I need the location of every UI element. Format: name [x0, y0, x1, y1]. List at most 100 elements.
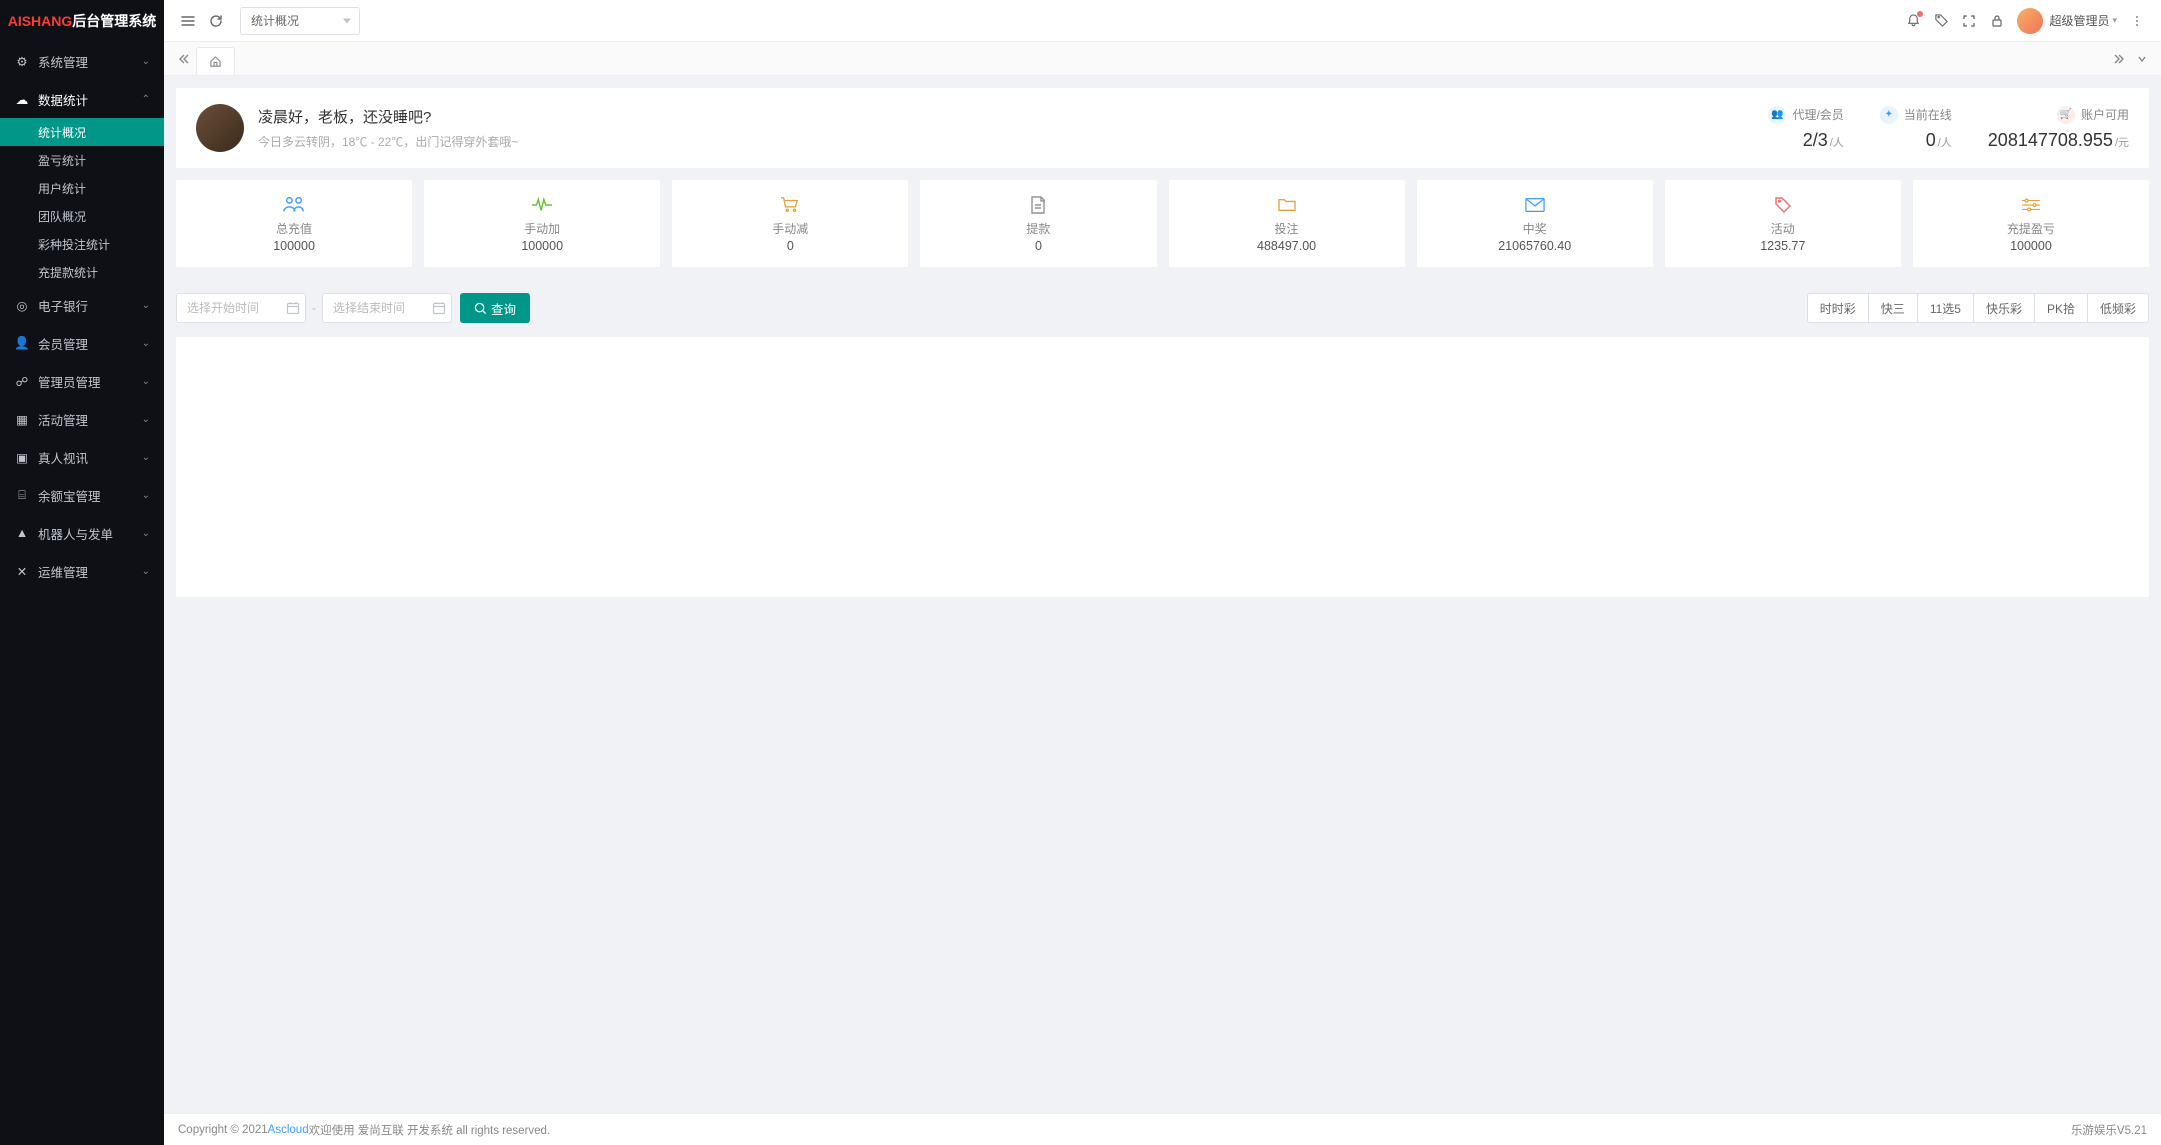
admin-icon: ☍ — [14, 374, 30, 389]
users-icon: 👥 — [1768, 106, 1786, 124]
sidebar-subitem-user[interactable]: 用户统计 — [0, 174, 164, 202]
sidebar-item-label: 活动管理 — [38, 410, 142, 429]
stat-cards: 总充值 100000 手动加 100000 手动减 0 提款 0 — [176, 180, 2149, 267]
sidebar-item-live[interactable]: ▣ 真人视讯 ⌄ — [0, 438, 164, 476]
headstat-online: ✦ 当前在线 0/人 — [1880, 106, 1952, 151]
collapse-sidebar-button[interactable] — [174, 7, 202, 35]
headstat-label: 账户可用 — [2081, 106, 2129, 123]
start-date-input[interactable] — [176, 293, 306, 323]
chevron-down-icon: ⌄ — [142, 338, 150, 349]
stat-value: 21065760.40 — [1417, 239, 1653, 253]
chart-placeholder — [176, 337, 2149, 597]
lock-button[interactable] — [1983, 7, 2011, 35]
chevron-down-icon: ⌄ — [142, 452, 150, 463]
sidebar-item-label: 余额宝管理 — [38, 486, 142, 505]
coin-icon: ◎ — [14, 298, 30, 313]
chevron-down-icon: ⌄ — [142, 528, 150, 539]
ops-icon: ✕ — [14, 564, 30, 579]
chevron-down-icon: ⌄ — [142, 56, 150, 67]
query-label: 查询 — [491, 299, 516, 318]
fullscreen-button[interactable] — [1955, 7, 1983, 35]
stat-name: 手动减 — [672, 220, 908, 237]
sidebar-item-ops[interactable]: ✕ 运维管理 ⌄ — [0, 552, 164, 590]
sidebar-item-robot[interactable]: ▲ 机器人与发单 ⌄ — [0, 514, 164, 552]
sidebar-item-admin[interactable]: ☍ 管理员管理 ⌄ — [0, 362, 164, 400]
lottery-tab-lowfreq[interactable]: 低频彩 — [2087, 293, 2149, 323]
tag-icon — [1665, 194, 1901, 216]
end-date-input[interactable] — [322, 293, 452, 323]
sidebar-item-label: 盈亏统计 — [38, 152, 150, 169]
footer-link[interactable]: Ascloud — [268, 1124, 309, 1136]
stat-name: 手动加 — [424, 220, 660, 237]
main: 统计概况 超级管理员 — [164, 0, 2161, 1145]
stat-card-win: 中奖 21065760.40 — [1417, 180, 1653, 267]
content: 凌晨好，老板，还没睡吧? 今日多云转阴，18℃ - 22℃，出门记得穿外套哦~ … — [164, 76, 2161, 1113]
headstat-unit: /人 — [1938, 137, 1952, 149]
sidebar-item-activity[interactable]: ▦ 活动管理 ⌄ — [0, 400, 164, 438]
headstat-agents: 👥 代理/会员 2/3/人 — [1768, 106, 1843, 151]
stat-value: 488497.00 — [1169, 239, 1405, 253]
headstat-label: 代理/会员 — [1792, 106, 1843, 123]
chevron-down-icon: ⌄ — [142, 414, 150, 425]
wallet-icon: 🛒 — [2057, 106, 2075, 124]
start-date-field[interactable] — [176, 293, 306, 323]
refresh-button[interactable] — [202, 7, 230, 35]
mail-icon — [1417, 194, 1653, 216]
page-select[interactable]: 统计概况 — [240, 7, 360, 35]
lottery-tab-k3[interactable]: 快三 — [1868, 293, 1918, 323]
tabs-scroll-left[interactable] — [172, 48, 194, 70]
sidebar-subitem-team[interactable]: 团队概况 — [0, 202, 164, 230]
calendar-icon: ▦ — [14, 412, 30, 427]
tab-home[interactable] — [196, 47, 235, 75]
topbar: 统计概况 超级管理员 — [164, 0, 2161, 42]
greeting-avatar — [196, 104, 244, 152]
user-menu[interactable]: 超级管理员 — [2017, 8, 2117, 34]
sidebar-item-label: 真人视讯 — [38, 448, 142, 467]
sidebar-item-system[interactable]: ⚙ 系统管理 ⌄ — [0, 42, 164, 80]
greeting-sub: 今日多云转阴，18℃ - 22℃，出门记得穿外套哦~ — [258, 133, 518, 150]
sidebar-item-stats[interactable]: ☁ 数据统计 ⌃ — [0, 80, 164, 118]
footer-copyright-suffix: 欢迎使用 爱尚互联 开发系统 all rights reserved. — [309, 1122, 551, 1138]
pulse-icon — [424, 194, 660, 216]
chevron-down-icon: ⌄ — [142, 300, 150, 311]
sidebar-item-label: 会员管理 — [38, 334, 142, 353]
sidebar-item-ebank[interactable]: ◎ 电子银行 ⌄ — [0, 286, 164, 324]
query-button[interactable]: 查询 — [460, 293, 530, 323]
lottery-tab-ssc[interactable]: 时时彩 — [1807, 293, 1869, 323]
lottery-tab-11x5[interactable]: 11选5 — [1917, 293, 1974, 323]
stat-value: 100000 — [176, 239, 412, 253]
search-icon — [474, 302, 487, 315]
end-date-field[interactable] — [322, 293, 452, 323]
sidebar-subitem-lotterybet[interactable]: 彩种投注统计 — [0, 230, 164, 258]
headstat-unit: /人 — [1830, 137, 1844, 149]
stat-card-deposit: 总充值 100000 — [176, 180, 412, 267]
sidebar-item-member[interactable]: 👤 会员管理 ⌄ — [0, 324, 164, 362]
robot-icon: ▲ — [14, 526, 30, 540]
footer-version: 乐游娱乐V5.21 — [2071, 1122, 2147, 1138]
lottery-tab-klc[interactable]: 快乐彩 — [1973, 293, 2035, 323]
tabs-dropdown[interactable] — [2131, 48, 2153, 70]
sidebar-subitem-deposit[interactable]: 充提款统计 — [0, 258, 164, 286]
tabbar — [164, 42, 2161, 76]
stat-card-manual-add: 手动加 100000 — [424, 180, 660, 267]
sidebar-subitem-overview[interactable]: 统计概况 — [0, 118, 164, 146]
stat-value: 0 — [920, 239, 1156, 253]
lottery-tab-pk10[interactable]: PK拾 — [2034, 293, 2088, 323]
stat-name: 总充值 — [176, 220, 412, 237]
tabs-scroll-right[interactable] — [2109, 48, 2131, 70]
sidebar-subitem-profitloss[interactable]: 盈亏统计 — [0, 146, 164, 174]
notifications-button[interactable] — [1899, 7, 1927, 35]
sidebar: AISHANG后台管理系统 ⚙ 系统管理 ⌄ ☁ 数据统计 ⌃ 统计概况 盈亏统… — [0, 0, 164, 1145]
sidebar-menu: ⚙ 系统管理 ⌄ ☁ 数据统计 ⌃ 统计概况 盈亏统计 用户统计 团队概况 彩种… — [0, 42, 164, 1145]
note-icon — [920, 194, 1156, 216]
stat-card-activity: 活动 1235.77 — [1665, 180, 1901, 267]
sidebar-item-balance[interactable]: ⌸ 余额宝管理 ⌄ — [0, 476, 164, 514]
sidebar-item-label: 机器人与发单 — [38, 524, 142, 543]
logo-title: 后台管理系统 — [72, 11, 156, 31]
more-button[interactable] — [2123, 7, 2151, 35]
tag-button[interactable] — [1927, 7, 1955, 35]
headstat-value: 208147708.955 — [1988, 130, 2113, 150]
footer-copyright-prefix: Copyright © 2021 — [178, 1124, 268, 1136]
stat-name: 提款 — [920, 220, 1156, 237]
user-icon: 👤 — [14, 336, 30, 351]
